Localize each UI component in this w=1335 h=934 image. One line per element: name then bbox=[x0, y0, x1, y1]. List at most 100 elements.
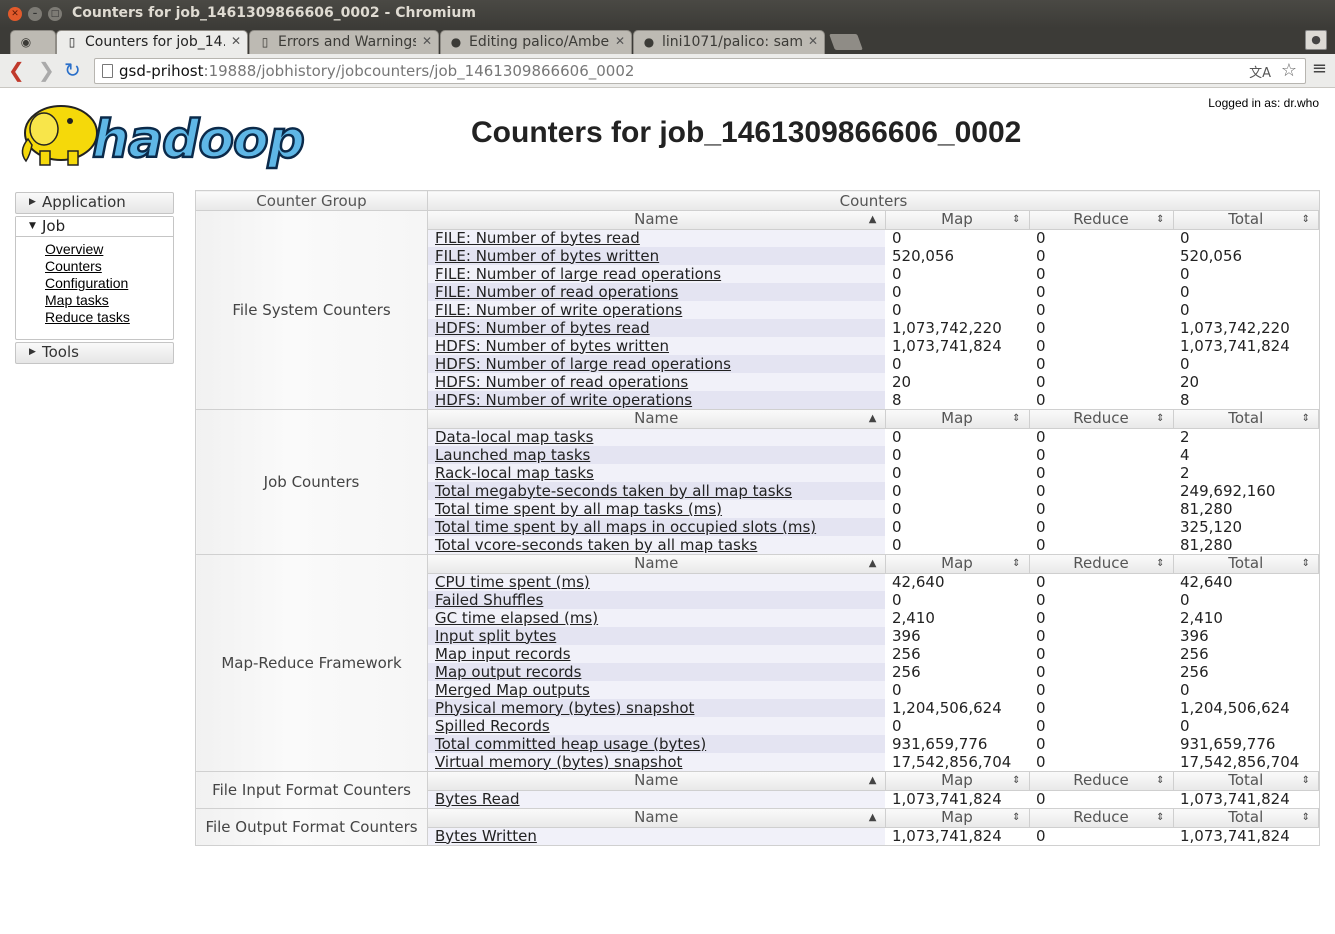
counter-link[interactable]: Total time spent by all map tasks (ms) bbox=[435, 500, 722, 518]
counter-link[interactable]: Map input records bbox=[435, 645, 571, 663]
sort-icon: ⇕ bbox=[1301, 812, 1310, 823]
counter-link[interactable]: Virtual memory (bytes) snapshot bbox=[435, 753, 682, 771]
page-info-icon[interactable] bbox=[102, 64, 113, 78]
map-column-header[interactable]: Map ⇕ bbox=[885, 772, 1030, 791]
table-row: Failed Shuffles 0 0 0 bbox=[428, 591, 1319, 609]
reduce-column-header[interactable]: Reduce ⇕ bbox=[1029, 808, 1174, 828]
counter-link[interactable]: FILE: Number of write operations bbox=[435, 301, 682, 319]
reload-icon[interactable]: ↻ bbox=[64, 60, 81, 80]
reduce-column-header-label: Reduce bbox=[1073, 808, 1129, 827]
counter-link[interactable]: Rack-local map tasks bbox=[435, 464, 594, 482]
counter-link[interactable]: Data-local map tasks bbox=[435, 428, 593, 446]
nav-link-counters[interactable]: Counters bbox=[45, 258, 102, 274]
tab-counters[interactable]: ▯ Counters for job_14… ✕ bbox=[56, 30, 248, 54]
bookmark-star-icon[interactable]: ☆ bbox=[1281, 59, 1297, 83]
tab-inactive-left[interactable]: ◉ bbox=[10, 30, 56, 54]
counter-link[interactable]: FILE: Number of bytes read bbox=[435, 229, 640, 247]
minimize-window-icon[interactable]: – bbox=[28, 7, 42, 21]
reduce-column-header-label: Reduce bbox=[1073, 771, 1129, 790]
tab-strip: ◉ ▯ Counters for job_14… ✕ ▯ Errors and … bbox=[0, 28, 1335, 54]
counter-link[interactable]: Bytes Read bbox=[435, 790, 520, 808]
map-column-header[interactable]: Map ⇕ bbox=[885, 555, 1030, 574]
counter-link[interactable]: HDFS: Number of large read operations bbox=[435, 355, 731, 373]
counter-link[interactable]: CPU time spent (ms) bbox=[435, 573, 590, 591]
close-tab-icon[interactable]: ✕ bbox=[422, 34, 432, 48]
sort-asc-icon: ▲ bbox=[868, 775, 877, 786]
counter-link[interactable]: Failed Shuffles bbox=[435, 591, 543, 609]
back-icon[interactable]: ❮ bbox=[8, 60, 25, 80]
map-value-cell: 20 bbox=[885, 373, 1029, 391]
counter-link[interactable]: FILE: Number of read operations bbox=[435, 283, 678, 301]
counter-link[interactable]: Physical memory (bytes) snapshot bbox=[435, 699, 694, 717]
counter-group-name: Job Counters bbox=[195, 409, 428, 555]
counter-link[interactable]: FILE: Number of large read operations bbox=[435, 265, 721, 283]
new-tab-button[interactable] bbox=[829, 34, 863, 50]
nav-link-configuration[interactable]: Configuration bbox=[45, 275, 128, 291]
reduce-column-header[interactable]: Reduce ⇕ bbox=[1029, 771, 1174, 791]
nav-link-overview[interactable]: Overview bbox=[45, 241, 103, 257]
total-column-header[interactable]: Total ⇕ bbox=[1173, 809, 1319, 828]
total-column-header-label: Total bbox=[1228, 210, 1264, 229]
counter-link[interactable]: Bytes Written bbox=[435, 827, 537, 845]
counters-subtable: Name ▲ Map ⇕ Reduce ⇕ Total ⇕ Data-local map tas… bbox=[428, 410, 1319, 554]
counter-name-cell: Total committed heap usage (bytes) bbox=[428, 735, 885, 753]
counter-link[interactable]: Total committed heap usage (bytes) bbox=[435, 735, 706, 753]
counter-link[interactable]: Total vcore-seconds taken by all map tas… bbox=[435, 536, 757, 554]
github-icon: ● bbox=[643, 35, 655, 49]
nav-link-reduce-tasks[interactable]: Reduce tasks bbox=[45, 309, 130, 325]
counter-link[interactable]: FILE: Number of bytes written bbox=[435, 247, 659, 265]
counter-link[interactable]: HDFS: Number of write operations bbox=[435, 391, 692, 409]
total-column-header[interactable]: Total ⇕ bbox=[1173, 210, 1319, 230]
name-column-header[interactable]: Name ▲ bbox=[428, 555, 886, 574]
counter-link[interactable]: HDFS: Number of bytes read bbox=[435, 319, 650, 337]
address-bar[interactable]: gsd-prihost:19888/jobhistory/jobcounters… bbox=[94, 58, 1306, 84]
total-column-header[interactable]: Total ⇕ bbox=[1173, 772, 1319, 791]
close-tab-icon[interactable]: ✕ bbox=[808, 34, 818, 48]
reduce-column-header[interactable]: Reduce ⇕ bbox=[1029, 410, 1174, 429]
counter-link[interactable]: Total time spent by all maps in occupied… bbox=[435, 518, 816, 536]
counter-name-cell: Total vcore-seconds taken by all map tas… bbox=[428, 536, 885, 554]
close-tab-icon[interactable]: ✕ bbox=[615, 34, 625, 48]
map-value-cell: 17,542,856,704 bbox=[885, 753, 1029, 771]
table-row: HDFS: Number of write operations 8 0 8 bbox=[428, 391, 1319, 409]
page-content: hadoop Logged in as: dr.who Counters for… bbox=[0, 89, 1335, 934]
close-window-icon[interactable]: ✕ bbox=[8, 7, 22, 21]
name-column-header[interactable]: Name ▲ bbox=[428, 809, 886, 828]
counter-link[interactable]: HDFS: Number of read operations bbox=[435, 373, 688, 391]
counter-link[interactable]: HDFS: Number of bytes written bbox=[435, 337, 669, 355]
total-value-cell: 0 bbox=[1173, 283, 1319, 301]
nav-tools[interactable]: ▶ Tools bbox=[15, 342, 174, 364]
reduce-column-header[interactable]: Reduce ⇕ bbox=[1029, 555, 1174, 574]
counter-link[interactable]: GC time elapsed (ms) bbox=[435, 609, 598, 627]
total-column-header[interactable]: Total ⇕ bbox=[1173, 410, 1319, 429]
map-column-header[interactable]: Map ⇕ bbox=[885, 410, 1030, 429]
reduce-column-header[interactable]: Reduce ⇕ bbox=[1029, 211, 1174, 230]
name-column-header[interactable]: Name ▲ bbox=[428, 772, 886, 791]
close-tab-icon[interactable]: ✕ bbox=[231, 34, 241, 48]
map-column-header[interactable]: Map ⇕ bbox=[885, 211, 1030, 230]
total-column-header[interactable]: Total ⇕ bbox=[1173, 555, 1319, 574]
tab-errors[interactable]: ▯ Errors and Warnings ✕ bbox=[249, 30, 439, 54]
forward-icon[interactable]: ❯ bbox=[38, 60, 55, 80]
nav-link-map-tasks[interactable]: Map tasks bbox=[45, 292, 109, 308]
counter-link[interactable]: Map output records bbox=[435, 663, 581, 681]
nav-job-header[interactable]: ▼ Job bbox=[16, 217, 173, 237]
counter-link[interactable]: Spilled Records bbox=[435, 717, 550, 735]
counter-link[interactable]: Input split bytes bbox=[435, 627, 556, 645]
counter-link[interactable]: Total megabyte-seconds taken by all map … bbox=[435, 482, 792, 500]
name-column-header[interactable]: Name ▲ bbox=[428, 410, 886, 429]
menu-icon[interactable]: ≡ bbox=[1312, 60, 1327, 78]
counter-link[interactable]: Merged Map outputs bbox=[435, 681, 590, 699]
nav-application[interactable]: ▶ Application bbox=[15, 192, 174, 214]
map-column-header[interactable]: Map ⇕ bbox=[885, 809, 1030, 828]
counter-group-name: File System Counters bbox=[195, 210, 428, 410]
tab-lini1071[interactable]: ● lini1071/palico: sam ✕ bbox=[633, 30, 825, 54]
translate-icon[interactable]: 文A bbox=[1249, 62, 1271, 86]
maximize-window-icon[interactable]: □ bbox=[48, 7, 62, 21]
name-column-header[interactable]: Name ▲ bbox=[428, 211, 886, 230]
tab-editing-palico[interactable]: ● Editing palico/Ambe ✕ bbox=[440, 30, 632, 54]
counter-link[interactable]: Launched map tasks bbox=[435, 446, 590, 464]
profile-icon[interactable]: ● bbox=[1305, 30, 1327, 50]
table-row: Total vcore-seconds taken by all map tas… bbox=[428, 536, 1319, 554]
map-value-cell: 0 bbox=[885, 482, 1029, 500]
